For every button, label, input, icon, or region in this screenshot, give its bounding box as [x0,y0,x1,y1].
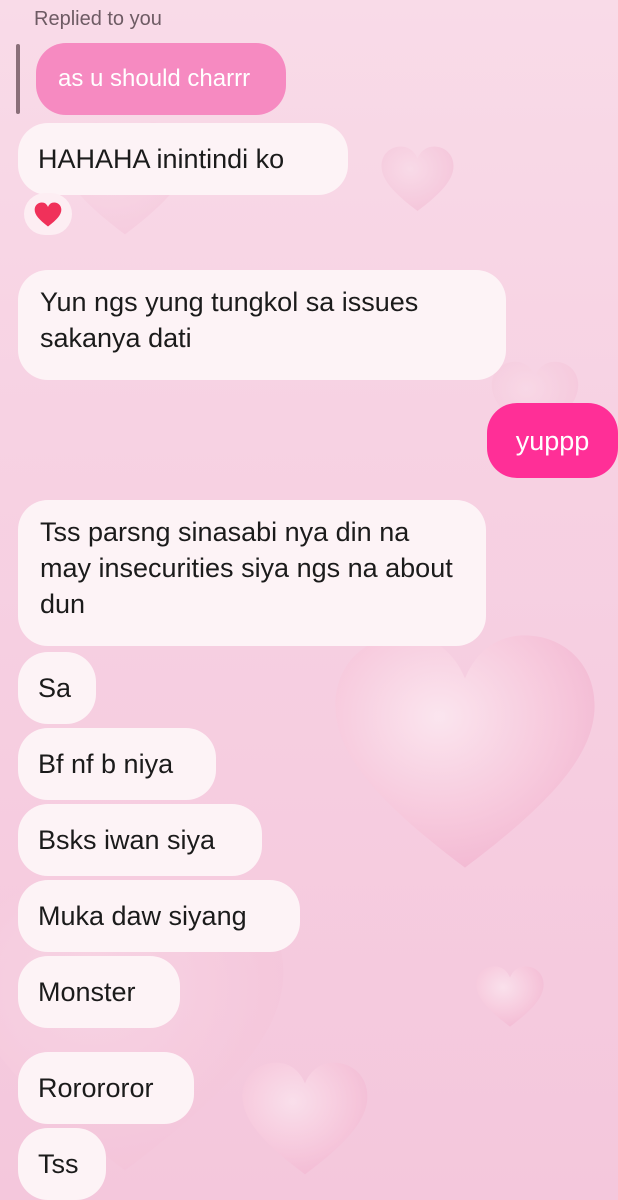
message-bubble[interactable]: Sa [18,652,96,724]
message-bubble-mine[interactable]: yuppp [487,403,618,478]
message-bubble[interactable]: HAHAHA inintindi ko [18,123,348,195]
message-bubble[interactable]: Bsks iwan siya [18,804,262,876]
heart-icon [34,202,62,226]
message-bubble[interactable]: Muka daw siyang [18,880,300,952]
message-bubble[interactable]: Bf nf b niya [18,728,216,800]
message-bubble[interactable]: Monster [18,956,180,1028]
message-bubble[interactable]: Yun ngs yung tungkol sa issues sakanya d… [18,270,506,380]
message-bubble[interactable]: Tss parsng sinasabi nya din na may insec… [18,500,486,646]
quoted-message[interactable]: as u should charrr [36,43,286,115]
message-bubble[interactable]: Tss [18,1128,106,1200]
message-thread: Replied to you as u should charrr HAHAHA… [0,0,618,1200]
reply-context-label: Replied to you [34,8,162,30]
reply-indicator-bar [16,44,20,114]
message-bubble[interactable]: Rorororor [18,1052,194,1124]
message-reaction[interactable] [24,193,72,235]
